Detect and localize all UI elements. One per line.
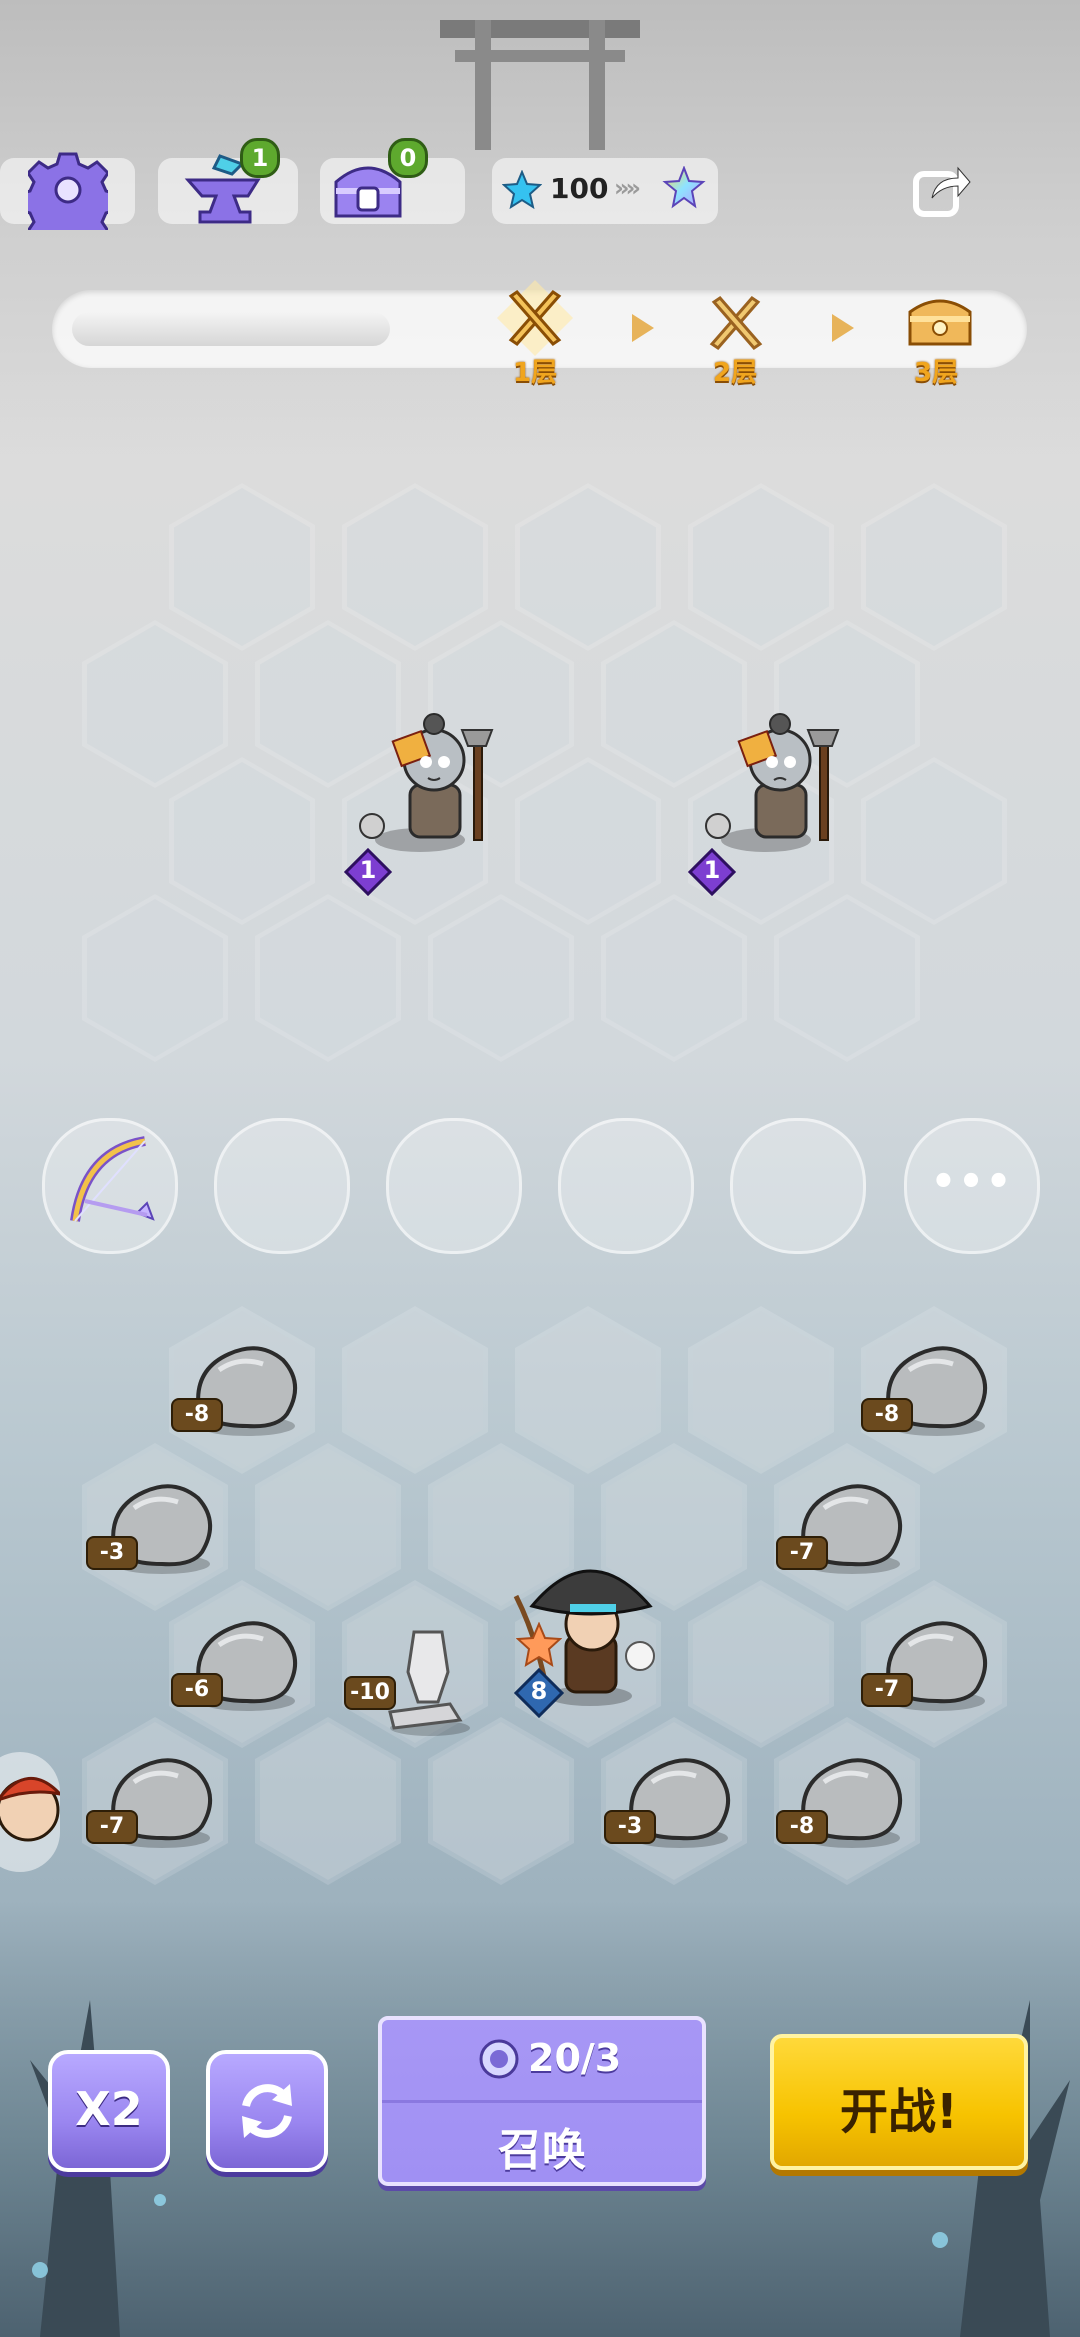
hex-tile[interactable] [169,757,315,925]
hex-tile[interactable] [774,894,920,1062]
hex-tile[interactable] [861,757,1007,925]
golden-bow-icon [70,1136,155,1222]
start-battle-label: 开战! [840,2084,958,2140]
enemy-unit-1[interactable] [340,690,500,860]
rock-value-badge: -3 [604,1810,656,1844]
hex-tile[interactable] [688,483,834,651]
floor-progress-fill [72,312,390,346]
bench-slot-2[interactable] [214,1118,350,1254]
start-battle-button[interactable]: 开战! [770,2034,1028,2170]
chest-count-badge: 0 [388,138,428,178]
hex-tile[interactable] [515,483,661,651]
floor-3-marker [904,290,976,354]
red-hair-hero-avatar [0,1777,65,1842]
armor-value-badge: -10 [344,1676,396,1710]
hex-tile[interactable] [169,483,315,651]
hex-tile[interactable] [688,1306,834,1474]
hex-tile[interactable] [515,1306,661,1474]
rock-value-badge: -8 [776,1810,828,1844]
rock-value-badge: -8 [171,1398,223,1432]
floor-1-label: 1层 [513,358,558,388]
hex-tile[interactable] [861,483,1007,651]
hex-tile[interactable] [255,1717,401,1885]
floor-3-label: 3层 [914,358,959,388]
enemy-level-badge: 1 [343,847,393,897]
crossed-swords-icon [709,296,763,350]
summon-button[interactable]: 20/3 召唤 [378,2016,706,2186]
hex-tile[interactable] [688,1580,834,1748]
gear-icon [18,152,118,252]
refresh-icon [242,2084,292,2138]
enemy-level-badge: 1 [687,847,737,897]
rock-value-badge: -7 [861,1673,913,1707]
summon-cost-text: 20/3 [528,2036,622,2080]
enemy-unit-2[interactable] [686,690,846,860]
rock-value-badge: -6 [171,1673,223,1707]
blue-star-icon [502,170,542,210]
more-dots-label: ••• [930,1159,1014,1205]
anvil-count-badge: 1 [240,138,280,178]
hex-tile[interactable] [428,894,574,1062]
hex-tile[interactable] [255,1443,401,1611]
hex-tile[interactable] [428,1717,574,1885]
torii-gate-decoration [440,20,640,150]
hex-tile[interactable] [515,757,661,925]
hex-tile[interactable] [82,620,228,788]
hex-tile[interactable] [342,483,488,651]
floor-2-label: 2层 [713,358,758,388]
spirit-coin-icon [479,2039,519,2079]
hex-tile[interactable] [601,894,747,1062]
bench-more-button[interactable]: ••• [904,1118,1040,1254]
zombie-miner-icon [705,713,840,852]
treasure-chest-icon [908,299,972,346]
bench-slot-3[interactable] [386,1118,522,1254]
bench-slot-1[interactable] [42,1118,178,1254]
crossed-swords-icon [497,280,573,356]
summon-label: 召唤 [498,2125,586,2176]
refresh-button[interactable] [206,2050,328,2172]
side-avatar-button[interactable] [0,1752,65,1872]
rainbow-star-icon[interactable] [662,166,706,210]
rock-value-badge: -3 [86,1536,138,1570]
orange-star-icon [516,1622,562,1668]
hex-tile[interactable] [82,894,228,1062]
settings-button[interactable] [18,150,118,252]
hex-tile[interactable] [342,1306,488,1474]
hero-level-badge: 8 [513,1667,565,1719]
bench-slot-4[interactable] [558,1118,694,1254]
bench-slot-5[interactable] [730,1118,866,1254]
floor-2-marker [700,286,772,358]
progress-arrow-icon [632,314,654,342]
floor-1-marker [495,278,575,358]
share-icon[interactable] [910,160,972,222]
chevrons-icon: »» [614,174,641,202]
rock-value-badge: -7 [776,1536,828,1570]
speed-x2-button[interactable]: X2 [48,2050,170,2172]
rock-value-badge: -7 [86,1810,138,1844]
zombie-miner-icon [359,713,494,852]
hex-tile[interactable] [255,894,401,1062]
progress-arrow-icon [832,314,854,342]
star-count-text: 100 [550,172,609,205]
rock-value-badge: -8 [861,1398,913,1432]
